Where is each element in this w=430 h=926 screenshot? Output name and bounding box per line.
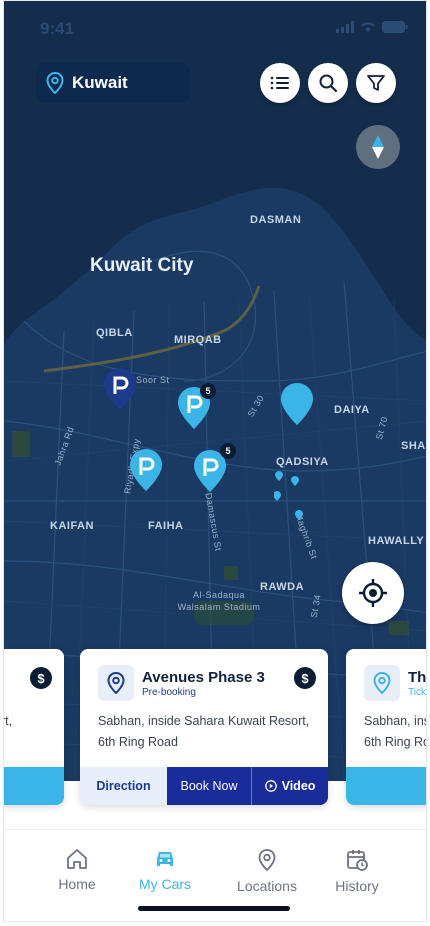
battery-icon [382, 21, 408, 33]
tab-label: My Cars [138, 876, 192, 892]
paid-icon: $ [30, 667, 52, 689]
card-actions[interactable] [346, 767, 426, 805]
location-marker[interactable] [279, 382, 315, 431]
district-label: KAIFAN [50, 520, 94, 532]
car-icon [157, 852, 173, 866]
search-icon [319, 74, 338, 93]
pin-count-badge: 5 [220, 443, 236, 459]
compass-icon [372, 135, 384, 159]
street-label: Soor St [136, 375, 170, 385]
status-icons [336, 21, 408, 33]
parking-card-next[interactable]: The Ticke Sabhan, insi 6th Ring Ro [346, 649, 427, 805]
search-button[interactable] [308, 63, 348, 103]
list-view-button[interactable] [260, 63, 300, 103]
card-address-line: Sabhan, inside Sahara Kuwait Resort, [98, 714, 310, 728]
parking-card-previous[interactable]: $ ort, [4, 649, 64, 805]
filter-icon [367, 75, 385, 91]
app-frame: 9:41 Kuwait Kuwait City DASMAN QIBLA MIR… [3, 0, 427, 922]
wifi-icon [361, 22, 375, 32]
video-button[interactable]: Video [251, 767, 328, 805]
tab-label: History [335, 878, 379, 894]
location-pin-icon [258, 849, 276, 872]
home-icon [67, 849, 87, 869]
district-label: HAWALLY [368, 535, 425, 547]
tab-label: Locations [237, 878, 297, 894]
street-label: Al-Sadaqua Walsalam Stadium [177, 590, 261, 612]
card-actions[interactable] [4, 767, 64, 805]
parking-pin-icon [104, 368, 136, 410]
signal-icon [336, 21, 354, 33]
tab-locations[interactable]: Locations [222, 848, 312, 894]
tab-my-cars[interactable]: My Cars [120, 848, 210, 892]
district-label: QADSIYA [276, 456, 329, 468]
card-location-icon [364, 665, 400, 701]
tab-history[interactable]: History [312, 848, 402, 894]
district-label: QIBLA [96, 327, 133, 339]
district-label: DAIYA [334, 404, 370, 416]
tab-home[interactable]: Home [32, 848, 122, 892]
paid-icon: $ [294, 667, 316, 689]
list-icon [270, 76, 289, 90]
calendar-clock-icon [347, 850, 368, 871]
home-indicator [138, 906, 290, 911]
parking-pin-icon [130, 449, 162, 491]
card-location-icon [98, 665, 134, 701]
crosshair-icon [359, 579, 387, 607]
district-label: RAWDA [260, 581, 305, 593]
card-address-line: 6th Ring Road [98, 735, 178, 749]
card-subtitle: Pre-booking [142, 687, 196, 698]
card-actions: Direction Book Now Video [80, 767, 328, 805]
city-label: Kuwait City [90, 255, 194, 276]
compass-button[interactable] [356, 125, 400, 169]
parking-pin[interactable] [128, 448, 164, 497]
tab-label: Home [58, 876, 96, 892]
card-address-line: 6th Ring Ro [364, 735, 427, 749]
book-now-button[interactable]: Book Now [167, 767, 251, 805]
card-address: ort, [4, 714, 13, 728]
direction-button[interactable]: Direction [80, 767, 167, 805]
play-circle-icon [264, 780, 277, 792]
parking-card[interactable]: Avenues Phase 3 Pre-booking $ Sabhan, in… [80, 649, 328, 805]
parking-pin-selected[interactable] [102, 367, 138, 416]
small-markers [274, 471, 303, 520]
card-address-line: Sabhan, insi [364, 714, 427, 728]
my-location-button[interactable] [342, 562, 404, 624]
map-marker-icon [281, 383, 313, 425]
location-pin-icon [373, 672, 391, 694]
filter-button[interactable] [356, 63, 396, 103]
status-time: 9:41 [40, 19, 75, 38]
card-subtitle: Ticke [408, 687, 426, 698]
location-label: Kuwait [72, 73, 128, 92]
district-label: MIRQAB [174, 334, 222, 346]
card-title: The [408, 669, 427, 686]
card-address: Sabhan, inside Sahara Kuwait Resort, 6th… [98, 711, 318, 753]
district-label: SHAA [401, 440, 426, 452]
card-address: Sabhan, insi 6th Ring Ro [364, 711, 427, 753]
district-label: FAIHA [148, 520, 184, 532]
card-title: Avenues Phase 3 [142, 669, 265, 686]
location-pin-icon [46, 72, 64, 94]
pin-count-badge: 5 [200, 383, 216, 399]
location-selector[interactable]: Kuwait [36, 63, 190, 103]
location-pin-icon [107, 672, 125, 694]
status-bar: 9:41 [4, 19, 426, 39]
video-label: Video [281, 779, 316, 793]
district-label: DASMAN [250, 214, 302, 226]
